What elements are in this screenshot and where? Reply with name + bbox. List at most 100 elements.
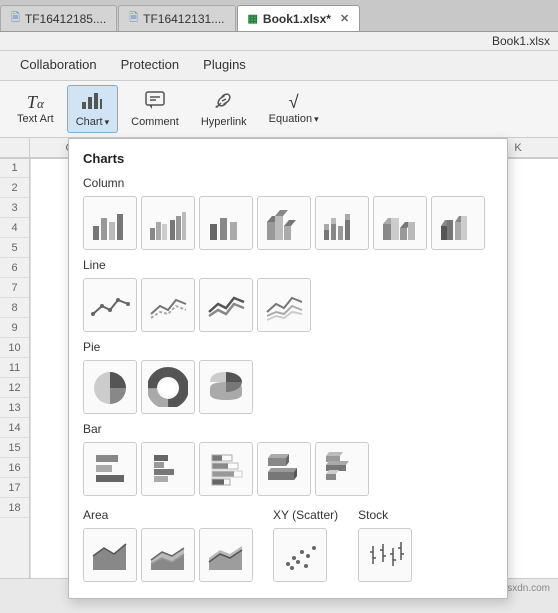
row-17: 17 — [0, 478, 29, 498]
row-5: 5 — [0, 238, 29, 258]
tab-3[interactable]: ▦ Book1.xlsx* ✕ — [237, 5, 361, 31]
equation-icon: √ — [289, 93, 299, 111]
stock-section: Stock — [358, 500, 412, 586]
main-area: C K 1 2 3 4 5 6 7 8 9 10 11 12 13 14 15 … — [0, 138, 558, 578]
chart-line-2[interactable] — [141, 278, 195, 332]
row-9: 9 — [0, 318, 29, 338]
chart-stock-1[interactable] — [358, 528, 412, 582]
chart-bar-3[interactable] — [199, 442, 253, 496]
chart-area-2[interactable] — [141, 528, 195, 582]
text-art-label: Text Art — [17, 113, 54, 125]
column-section-label: Column — [83, 176, 493, 190]
chart-bar-4[interactable] — [257, 442, 311, 496]
row-14: 14 — [0, 418, 29, 438]
chart-line-4[interactable] — [257, 278, 311, 332]
charts-panel-title: Charts — [83, 151, 493, 166]
chart-bar-2[interactable] — [141, 442, 195, 496]
pie-chart-row — [83, 360, 493, 414]
chart-column-3[interactable] — [199, 196, 253, 250]
xlsx-icon: ▦ — [248, 12, 258, 25]
chart-xy-1[interactable] — [273, 528, 327, 582]
nav-collaboration[interactable]: Collaboration — [8, 51, 109, 80]
xy-section-label: XY (Scatter) — [273, 508, 338, 522]
row-headers: 1 2 3 4 5 6 7 8 9 10 11 12 13 14 15 16 1… — [0, 158, 30, 578]
stock-section-label: Stock — [358, 508, 412, 522]
chart-button[interactable]: Chart ▾ — [67, 85, 118, 133]
chart-line-3[interactable] — [199, 278, 253, 332]
row-10: 10 — [0, 338, 29, 358]
row-18: 18 — [0, 498, 29, 518]
row-16: 16 — [0, 458, 29, 478]
chart-bar-1[interactable] — [83, 442, 137, 496]
nav-plugins[interactable]: Plugins — [191, 51, 258, 80]
tab-1-label: TF16412185.... — [25, 12, 106, 26]
chart-column-2[interactable] — [141, 196, 195, 250]
row-11: 11 — [0, 358, 29, 378]
chart-pie-2[interactable] — [141, 360, 195, 414]
chart-area-1[interactable] — [83, 528, 137, 582]
line-chart-row — [83, 278, 493, 332]
pie-section-label: Pie — [83, 340, 493, 354]
filename-label: Book1.xlsx — [492, 34, 550, 48]
nav-protection[interactable]: Protection — [109, 51, 192, 80]
row-13: 13 — [0, 398, 29, 418]
line-section-label: Line — [83, 258, 493, 272]
row-3: 3 — [0, 198, 29, 218]
tab-2-label: TF16412131.... — [143, 12, 224, 26]
spreadsheet-cells[interactable] — [30, 158, 31, 578]
text-art-icon: Tα — [27, 93, 44, 111]
chart-line-1[interactable] — [83, 278, 137, 332]
doc-icon-1: 🗎 — [11, 9, 20, 28]
tab-bar: 🗎 TF16412185.... 🗎 TF16412131.... ▦ Book… — [0, 0, 558, 32]
ribbon-nav: Collaboration Protection Plugins — [0, 51, 558, 81]
chart-label: Chart — [76, 116, 103, 128]
bottom-chart-row: Area — [83, 500, 493, 586]
sheet-body: 1 2 3 4 5 6 7 8 9 10 11 12 13 14 15 16 1… — [0, 158, 31, 578]
chart-arrow-icon: ▾ — [105, 117, 110, 128]
bar-section-label: Bar — [83, 422, 493, 436]
tab-3-close[interactable]: ✕ — [340, 12, 349, 25]
stock-chart-row — [358, 528, 412, 582]
area-chart-row — [83, 528, 253, 582]
chart-column-5[interactable] — [315, 196, 369, 250]
charts-panel: Charts Column — [68, 138, 508, 599]
row-15: 15 — [0, 438, 29, 458]
row-1: 1 — [0, 158, 29, 178]
comment-button[interactable]: Comment — [122, 85, 188, 133]
chart-column-1[interactable] — [83, 196, 137, 250]
column-chart-row — [83, 196, 493, 250]
xy-section: XY (Scatter) — [273, 500, 338, 586]
hyperlink-icon — [213, 90, 235, 114]
area-section: Area — [83, 500, 253, 586]
hyperlink-label: Hyperlink — [201, 116, 247, 128]
row-7: 7 — [0, 278, 29, 298]
filename-bar: Book1.xlsx — [0, 32, 558, 51]
bar-chart-row — [83, 442, 493, 496]
row-8: 8 — [0, 298, 29, 318]
text-art-button[interactable]: Tα Text Art — [8, 88, 63, 130]
equation-arrow-icon: ▾ — [314, 114, 319, 125]
row-2: 2 — [0, 178, 29, 198]
chart-column-7[interactable] — [431, 196, 485, 250]
chart-icon — [81, 90, 103, 114]
equation-label: Equation — [269, 113, 312, 125]
area-section-label: Area — [83, 508, 253, 522]
chart-area-3[interactable] — [199, 528, 253, 582]
chart-bar-5[interactable] — [315, 442, 369, 496]
chart-column-6[interactable] — [373, 196, 427, 250]
tab-1[interactable]: 🗎 TF16412185.... — [0, 5, 117, 31]
hyperlink-button[interactable]: Hyperlink — [192, 85, 256, 133]
row-12: 12 — [0, 378, 29, 398]
chart-column-4[interactable] — [257, 196, 311, 250]
comment-label: Comment — [131, 116, 179, 128]
comment-icon — [144, 90, 166, 114]
row-6: 6 — [0, 258, 29, 278]
doc-icon-2: 🗎 — [129, 9, 138, 28]
tab-3-label: Book1.xlsx* — [263, 12, 331, 26]
tab-2[interactable]: 🗎 TF16412131.... — [118, 5, 235, 31]
chart-pie-3[interactable] — [199, 360, 253, 414]
row-4: 4 — [0, 218, 29, 238]
chart-pie-1[interactable] — [83, 360, 137, 414]
equation-button[interactable]: √ Equation ▾ — [260, 88, 328, 130]
col-corner — [0, 138, 30, 158]
